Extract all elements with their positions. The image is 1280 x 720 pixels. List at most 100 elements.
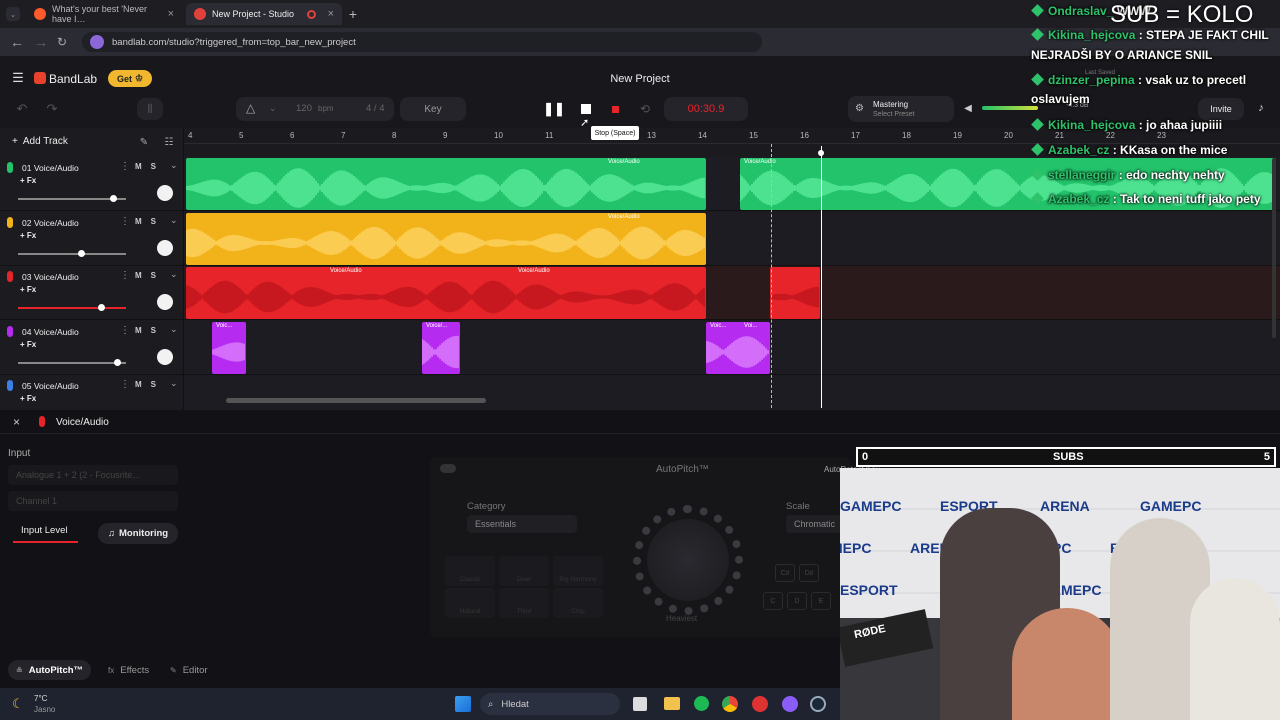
taskbar-search[interactable]: ⌕ Hledat xyxy=(480,693,620,715)
channel-select[interactable]: Channel 1 xyxy=(8,491,178,511)
project-title[interactable]: New Project xyxy=(560,73,720,85)
file-explorer-icon[interactable] xyxy=(664,697,680,710)
close-icon[interactable]: × xyxy=(168,8,174,20)
track-lane[interactable]: Voice/Audio Voice/Audio xyxy=(184,266,1280,320)
mute-solo-buttons[interactable]: MS xyxy=(135,326,165,335)
chrome-icon[interactable] xyxy=(722,696,738,712)
editor-tab[interactable]: fx Effects xyxy=(100,660,157,680)
mute-solo-buttons[interactable]: MS xyxy=(135,380,165,389)
site-info-icon[interactable] xyxy=(90,35,104,49)
mute-solo-buttons[interactable]: MS xyxy=(135,162,165,171)
autopitch-preset[interactable]: Classic xyxy=(445,556,495,586)
autopitch-preset[interactable]: Chip xyxy=(553,588,603,618)
close-panel-icon[interactable]: × xyxy=(13,415,20,429)
slider-knob[interactable] xyxy=(110,195,117,202)
playhead[interactable] xyxy=(821,146,822,408)
redo-icon[interactable]: ↷ xyxy=(44,101,60,117)
chevron-down-icon[interactable]: ⌄ xyxy=(170,215,178,226)
spotify-icon[interactable] xyxy=(694,696,709,711)
track-name[interactable]: 01 Voice/Audio xyxy=(22,163,79,173)
forward-icon[interactable]: → xyxy=(34,34,48,50)
track-settings-icon[interactable]: ☷ xyxy=(163,136,175,148)
track-volume-slider[interactable] xyxy=(18,304,126,311)
pan-knob[interactable] xyxy=(157,239,173,256)
input-device-select[interactable]: Analogue 1 + 2 (2 - Focusrite... xyxy=(8,465,178,485)
key-button[interactable]: Key xyxy=(400,97,466,121)
url-field[interactable]: bandlab.com/studio?triggered_from=top_ba… xyxy=(82,32,762,52)
add-fx-button[interactable]: + Fx xyxy=(20,394,36,403)
track-lane[interactable]: Voic... Voice/... Voic... Voi... xyxy=(184,320,1280,375)
autopitch-preset[interactable]: Third xyxy=(499,588,549,618)
scale-note-button[interactable]: E xyxy=(811,592,831,610)
autopitch-preset[interactable]: Big Harmony xyxy=(553,556,603,586)
metronome-icon[interactable]: △ xyxy=(246,101,255,115)
mute-solo-buttons[interactable]: MS xyxy=(135,217,165,226)
back-icon[interactable]: ← xyxy=(10,34,24,50)
autopitch-preset[interactable]: Duet xyxy=(499,556,549,586)
editor-tab[interactable]: ✎ Editor xyxy=(162,660,216,680)
mute-solo-buttons[interactable]: MS xyxy=(135,271,165,280)
autopitch-knob[interactable] xyxy=(647,519,729,601)
sampler-icon[interactable]: ⦀ xyxy=(137,98,163,120)
audio-clip[interactable]: Voice/... xyxy=(422,321,460,374)
tab-list-chevron-icon[interactable]: ⌄ xyxy=(6,7,20,21)
add-fx-button[interactable]: + Fx xyxy=(20,285,36,294)
scale-note-button[interactable]: D xyxy=(787,592,807,610)
app-icon[interactable] xyxy=(782,696,798,712)
add-fx-button[interactable]: + Fx xyxy=(20,231,36,240)
add-fx-button[interactable]: + Fx xyxy=(20,176,36,185)
more-options-icon[interactable]: ⋮ xyxy=(120,270,130,281)
track-header[interactable]: 04 Voice/Audio ⋮ MS ⌄ + Fx xyxy=(0,321,184,375)
track-name[interactable]: 04 Voice/Audio xyxy=(22,327,79,337)
loop-icon[interactable]: ⟲ xyxy=(636,100,654,118)
audio-clip[interactable]: Voice/Audio xyxy=(186,158,706,210)
add-track-button[interactable]: + Add Track xyxy=(12,136,68,147)
scale-note-button[interactable]: C xyxy=(763,592,783,610)
horizontal-scrollbar[interactable] xyxy=(226,398,486,403)
chevron-down-icon[interactable]: ⌄ xyxy=(170,378,178,389)
more-options-icon[interactable]: ⋮ xyxy=(120,325,130,336)
audio-clip[interactable]: Voice/Audio Voice/Audio xyxy=(186,267,706,319)
slider-knob[interactable] xyxy=(98,304,105,311)
category-select[interactable]: Essentials xyxy=(467,515,577,533)
monitoring-button[interactable]: ♫ Monitoring xyxy=(98,523,178,544)
more-options-icon[interactable]: ⋮ xyxy=(120,216,130,227)
autopitch-toggle[interactable] xyxy=(440,464,456,473)
editor-tab[interactable]: ≗ AutoPitch™ xyxy=(8,660,92,680)
pan-knob[interactable] xyxy=(157,294,173,310)
autopitch-preset[interactable]: Natural xyxy=(445,588,495,618)
input-level-tab[interactable]: Input Level xyxy=(21,525,67,536)
track-header[interactable]: 02 Voice/Audio ⋮ MS ⌄ + Fx xyxy=(0,212,184,266)
track-header[interactable]: 01 Voice/Audio ⋮ MS ⌄ + Fx xyxy=(0,157,184,211)
track-volume-slider[interactable] xyxy=(18,249,126,257)
add-fx-button[interactable]: + Fx xyxy=(20,340,36,349)
audio-clip[interactable] xyxy=(770,267,820,319)
track-name[interactable]: 02 Voice/Audio xyxy=(22,218,79,228)
pan-knob[interactable] xyxy=(157,185,173,201)
browser-tab-1[interactable]: What's your best 'Never have I… × xyxy=(26,3,182,25)
scale-note-button[interactable]: C♯ xyxy=(775,564,795,582)
get-membership-button[interactable]: Get ♔ xyxy=(108,70,152,87)
track-name[interactable]: 05 Voice/Audio xyxy=(22,381,79,391)
tool-pen-icon[interactable]: ✎ xyxy=(138,136,150,148)
slider-knob[interactable] xyxy=(114,358,121,366)
mastering-button[interactable]: ⚙ Mastering Select Preset xyxy=(848,96,954,122)
record-button[interactable] xyxy=(606,100,624,118)
track-volume-slider[interactable] xyxy=(18,195,126,202)
browser-tab-2[interactable]: New Project - Studio × xyxy=(186,3,342,25)
chevron-down-icon[interactable]: ⌄ xyxy=(170,324,178,335)
audio-clip[interactable]: Voice/Audio xyxy=(186,212,706,265)
playhead-handle[interactable] xyxy=(818,150,824,156)
bpm-value[interactable]: 120 xyxy=(296,103,312,114)
reload-icon[interactable]: ↻ xyxy=(57,35,67,49)
audio-clip[interactable]: Voic... xyxy=(212,321,246,374)
track-lane[interactable]: Voice/Audio xyxy=(184,211,1280,266)
new-tab-icon[interactable]: + xyxy=(346,5,360,23)
track-name[interactable]: 03 Voice/Audio xyxy=(22,272,79,282)
metronome-chevron-icon[interactable]: ⌄ xyxy=(269,103,277,114)
app-icon[interactable] xyxy=(752,696,768,712)
close-icon[interactable]: × xyxy=(328,8,334,20)
windows-start-icon[interactable] xyxy=(455,696,471,712)
task-view-icon[interactable] xyxy=(633,697,647,711)
time-signature[interactable]: 4 / 4 xyxy=(366,103,385,114)
